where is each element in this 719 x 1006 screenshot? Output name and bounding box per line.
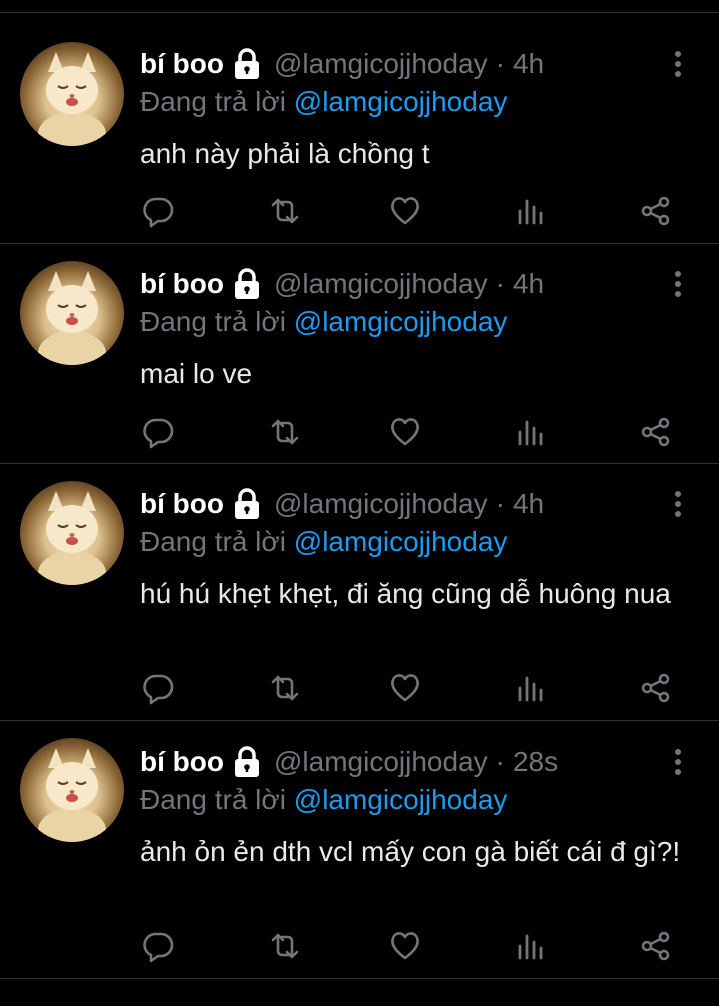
tweet-divider (0, 978, 719, 979)
user-handle[interactable]: @lamgicojjhoday (274, 264, 488, 304)
user-handle[interactable]: @lamgicojjhoday (274, 484, 488, 524)
reply-icon[interactable] (140, 928, 176, 964)
avatar[interactable] (20, 42, 124, 146)
analytics-icon[interactable] (513, 193, 549, 229)
display-name[interactable]: bí boo (140, 484, 224, 524)
lock-icon (232, 488, 262, 520)
user-handle[interactable]: @lamgicojjhoday (274, 44, 488, 84)
reply-handle-link[interactable]: @lamgicojjhoday (294, 784, 508, 815)
reply-context: Đang trả lời @lamgicojjhoday (140, 302, 507, 342)
avatar[interactable] (20, 261, 124, 365)
analytics-icon[interactable] (513, 928, 549, 964)
cat-avatar-image (38, 491, 106, 585)
retweet-icon[interactable] (267, 928, 303, 964)
avatar[interactable] (20, 481, 124, 585)
retweet-icon[interactable] (267, 193, 303, 229)
reply-prefix: Đang trả lời (140, 526, 286, 557)
analytics-icon[interactable] (513, 670, 549, 706)
analytics-icon[interactable] (513, 414, 549, 450)
retweet-icon[interactable] (267, 414, 303, 450)
tweet-header: bí boo @lamgicojjhoday · 4h (140, 44, 544, 84)
more-vertical-icon[interactable] (666, 488, 690, 520)
heart-icon[interactable] (387, 414, 423, 450)
reply-icon[interactable] (140, 670, 176, 706)
tweet[interactable]: bí boo @lamgicojjhoday · 4h Đang trả lời… (0, 13, 719, 244)
reply-prefix: Đang trả lời (140, 306, 286, 337)
share-icon[interactable] (638, 928, 674, 964)
reply-handle-link[interactable]: @lamgicojjhoday (294, 86, 508, 117)
timestamp[interactable]: 28s (513, 742, 558, 782)
tweet-text: mai lo ve (140, 358, 253, 389)
cat-avatar-image (38, 271, 106, 365)
avatar[interactable] (20, 738, 124, 842)
heart-icon[interactable] (387, 928, 423, 964)
separator-dot: · (495, 48, 505, 79)
retweet-icon[interactable] (267, 670, 303, 706)
lock-icon (232, 48, 262, 80)
timestamp[interactable]: 4h (513, 484, 544, 524)
tweet-text: anh này phải là chồng t (140, 138, 430, 169)
display-name[interactable]: bí boo (140, 742, 224, 782)
separator-dot: · (495, 488, 505, 519)
reply-prefix: Đang trả lời (140, 784, 286, 815)
tweet-actions (0, 193, 719, 233)
lock-icon (232, 268, 262, 300)
cat-avatar-image (38, 52, 106, 146)
more-vertical-icon[interactable] (666, 48, 690, 80)
heart-icon[interactable] (387, 193, 423, 229)
reply-icon[interactable] (140, 193, 176, 229)
display-name[interactable]: bí boo (140, 44, 224, 84)
share-icon[interactable] (638, 670, 674, 706)
reply-prefix: Đang trả lời (140, 86, 286, 117)
tweet-text: hú hú khẹt khẹt, đi ăng cũng dễ huông nu… (140, 578, 671, 609)
tweet-header: bí boo @lamgicojjhoday · 4h (140, 264, 544, 304)
share-icon[interactable] (638, 414, 674, 450)
more-vertical-icon[interactable] (666, 268, 690, 300)
separator-dot: · (495, 268, 505, 299)
reply-context: Đang trả lời @lamgicojjhoday (140, 522, 507, 562)
timestamp[interactable]: 4h (513, 44, 544, 84)
reply-handle-link[interactable]: @lamgicojjhoday (294, 306, 508, 337)
heart-icon[interactable] (387, 670, 423, 706)
timestamp[interactable]: 4h (513, 264, 544, 304)
reply-context: Đang trả lời @lamgicojjhoday (140, 780, 507, 820)
tweet-actions (0, 928, 719, 968)
tweet[interactable]: bí boo @lamgicojjhoday · 4h Đang trả lời… (0, 464, 719, 721)
separator-dot: · (495, 746, 505, 777)
tweet-actions (0, 414, 719, 454)
tweet-header: bí boo @lamgicojjhoday · 28s (140, 742, 558, 782)
lock-icon (232, 746, 262, 778)
reply-context: Đang trả lời @lamgicojjhoday (140, 82, 507, 122)
user-handle[interactable]: @lamgicojjhoday (274, 742, 488, 782)
tweet[interactable]: bí boo @lamgicojjhoday · 28s Đang trả lờ… (0, 721, 719, 979)
tweet-header: bí boo @lamgicojjhoday · 4h (140, 484, 544, 524)
reply-icon[interactable] (140, 414, 176, 450)
tweet[interactable]: bí boo @lamgicojjhoday · 4h Đang trả lời… (0, 244, 719, 464)
share-icon[interactable] (638, 193, 674, 229)
tweet-text: ảnh ỏn ẻn dth vcl mấy con gà biết cái đ … (140, 836, 681, 867)
cat-avatar-image (38, 748, 106, 842)
reply-handle-link[interactable]: @lamgicojjhoday (294, 526, 508, 557)
more-vertical-icon[interactable] (666, 746, 690, 778)
tweet-actions (0, 670, 719, 710)
display-name[interactable]: bí boo (140, 264, 224, 304)
